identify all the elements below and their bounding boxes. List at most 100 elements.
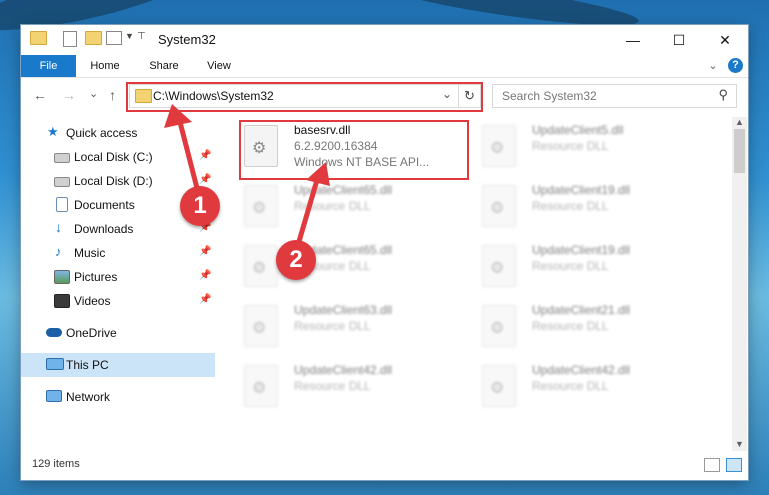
minimize-button[interactable]: — [610,25,656,55]
expand-ribbon-icon[interactable]: ⌄ [705,55,721,77]
back-button[interactable]: ← [33,87,47,103]
pin-icon[interactable]: 📌 [199,270,211,281]
sidebar-item-music[interactable]: ♪ Music 📌 [21,241,215,265]
pin-icon[interactable]: 📌 [199,294,211,305]
view-options-icon[interactable] [106,31,122,45]
gear-icon: ⚙ [490,140,505,157]
sidebar-item-label: Music [74,246,106,260]
gear-icon: ⚙ [252,380,267,397]
gear-icon: ⚙ [490,380,505,397]
file-description: Resource DLL [532,199,609,213]
file-description: Resource DLL [294,319,371,333]
sidebar-item-label: OneDrive [66,326,117,340]
close-button[interactable]: ✕ [702,25,748,55]
vertical-scrollbar[interactable]: ▲ ▼ [732,117,747,451]
file-item[interactable]: ⚙ UpdateClient21.dll Resource DLL [474,299,699,355]
window-title: System32 [158,32,216,47]
download-icon: ↓ [55,219,62,235]
status-bar: 129 items [21,453,748,479]
sidebar-item-label: This PC [66,358,109,372]
sidebar-item-label: Documents [74,198,135,212]
file-item[interactable]: ⚙ UpdateClient19.dll Resource DLL [474,239,699,295]
dll-file-icon: ⚙ [244,245,278,287]
scroll-up-icon[interactable]: ▲ [735,117,744,127]
videos-icon [54,294,70,308]
help-icon[interactable]: ? [728,58,743,73]
documents-icon [56,197,68,212]
music-icon: ♪ [55,244,62,259]
tab-home[interactable]: Home [83,55,127,77]
sidebar-item-network[interactable]: Network [21,385,215,409]
sidebar-item-quick-access[interactable]: ★ Quick access [21,121,215,145]
file-description: Resource DLL [532,379,609,393]
item-count: 129 items [32,458,80,470]
file-name: UpdateClient19.dll [532,183,631,197]
file-item[interactable]: ⚙ UpdateClient5.dll Resource DLL [474,119,699,175]
sidebar-item-local-disk-c[interactable]: Local Disk (C:) 📌 [21,145,215,169]
search-icon[interactable]: ⚲ [718,87,728,103]
scrollbar-thumb[interactable] [734,129,745,173]
pin-icon[interactable]: 📌 [199,174,211,185]
file-description: Resource DLL [532,319,609,333]
file-item[interactable]: ⚙ UpdateClient19.dll Resource DLL [474,179,699,235]
tab-share[interactable]: Share [142,55,186,77]
customize-quick-access-icon[interactable]: ⊤ [137,31,146,47]
title-bar: ▼ ⊤ System32 — ☐ ✕ [21,25,748,55]
pictures-icon [54,270,70,284]
new-folder-icon[interactable] [85,31,102,45]
dll-file-icon: ⚙ [482,365,516,407]
sidebar-item-videos[interactable]: Videos 📌 [21,289,215,313]
maximize-button[interactable]: ☐ [656,25,702,55]
network-icon [46,390,62,402]
file-item[interactable]: ⚙ UpdateClient42.dll Resource DLL [236,359,461,415]
sidebar-item-label: Quick access [66,126,138,140]
sidebar-item-label: Network [66,390,111,404]
search-input[interactable]: Search System32 ⚲ [492,84,737,108]
file-name: UpdateClient42.dll [294,363,393,377]
ribbon-tabs: File Home Share View ⌄ ? [21,55,748,78]
computer-icon [46,358,64,370]
file-description: Resource DLL [532,139,609,153]
tab-view[interactable]: View [197,55,241,77]
address-bar-highlight [126,82,483,112]
scroll-down-icon[interactable]: ▼ [735,439,744,449]
chevron-down-icon[interactable]: ▼ [125,31,134,47]
file-name: UpdateClient42.dll [532,363,631,377]
dll-file-icon: ⚙ [482,185,516,227]
sidebar-item-label: Downloads [74,222,134,236]
cloud-icon [46,328,62,337]
dll-file-icon: ⚙ [244,305,278,347]
sidebar-item-label: Pictures [74,270,118,284]
file-item[interactable]: ⚙ UpdateClient63.dll Resource DLL [236,299,461,355]
file-name: UpdateClient21.dll [532,303,631,317]
recent-locations-button[interactable]: ⌄ [89,87,98,100]
sidebar-item-this-pc[interactable]: This PC [21,353,215,377]
properties-icon[interactable] [63,31,77,47]
sidebar-item-onedrive[interactable]: OneDrive [21,321,215,345]
file-item[interactable]: ⚙ UpdateClient65.dll Resource DLL [236,179,461,235]
step-badge-2: 2 [276,240,316,280]
file-name: UpdateClient5.dll [532,123,624,137]
file-description: Resource DLL [532,259,609,273]
details-view-icon[interactable] [704,458,720,472]
file-name: UpdateClient63.dll [294,303,393,317]
sidebar-item-pictures[interactable]: Pictures 📌 [21,265,215,289]
up-button[interactable]: ↑ [109,87,116,103]
search-placeholder: Search System32 [502,89,597,103]
file-item[interactable]: ⚙ UpdateClient42.dll Resource DLL [474,359,699,415]
gear-icon: ⚙ [252,320,267,337]
large-icons-view-icon[interactable] [726,458,742,472]
file-item[interactable]: ⚙ UpdateClient65.dll Resource DLL [236,239,461,295]
forward-button[interactable]: → [62,87,76,103]
gear-icon: ⚙ [490,200,505,217]
pin-icon[interactable]: 📌 [199,246,211,257]
drive-icon [54,153,70,163]
folder-icon [30,31,47,45]
tab-file[interactable]: File [21,55,76,77]
gear-icon: ⚙ [252,200,267,217]
pin-icon[interactable]: 📌 [199,150,211,161]
dll-file-icon: ⚙ [244,365,278,407]
sidebar-item-label: Local Disk (C:) [74,150,153,164]
dll-file-icon: ⚙ [482,245,516,287]
sidebar-item-local-disk-d[interactable]: Local Disk (D:) 📌 [21,169,215,193]
